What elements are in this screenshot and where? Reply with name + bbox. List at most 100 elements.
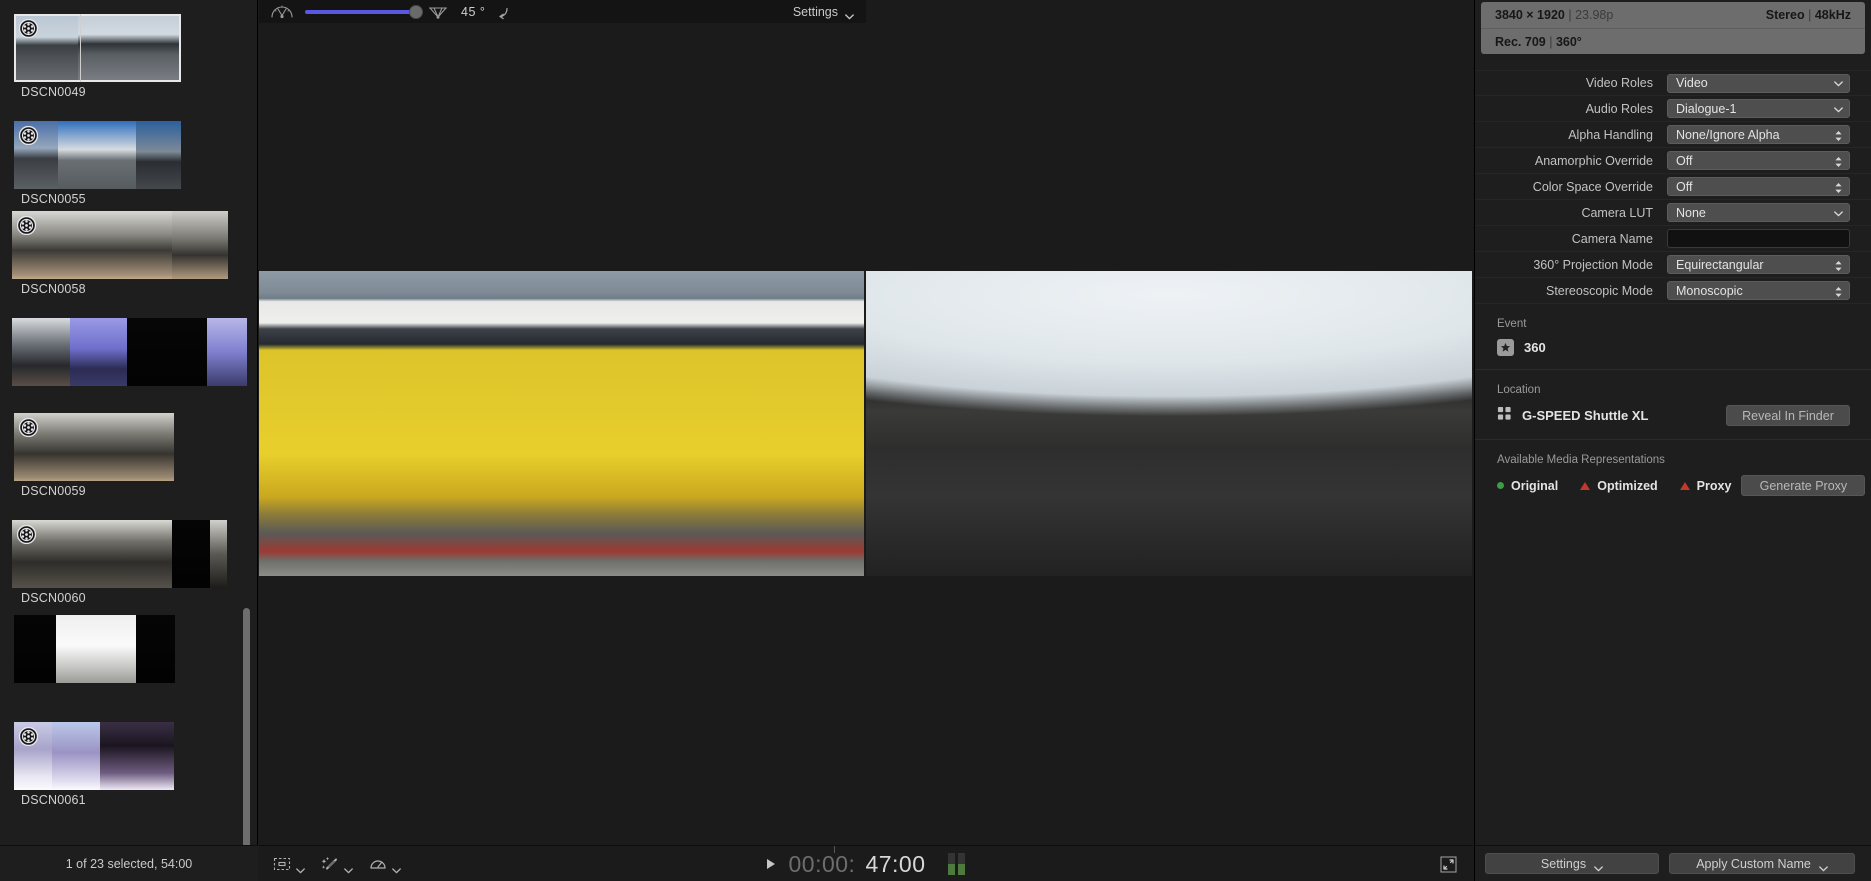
apply-custom-name-button[interactable]: Apply Custom Name	[1669, 853, 1855, 874]
property-value: Off	[1676, 153, 1693, 168]
clip-resolution: 3840 × 1920	[1495, 8, 1565, 22]
representation-optimized-label: Optimized	[1597, 478, 1658, 493]
camera-name-field[interactable]	[1667, 229, 1850, 248]
clip-list[interactable]: DSCN0049 DSCN0055 DSCN0058 DSCN0059 DSCN0060…	[0, 0, 258, 845]
list-item[interactable]: DSCN0061	[14, 722, 174, 807]
property-popup-button[interactable]: Off	[1667, 151, 1850, 170]
property-row: Video Roles Video	[1475, 70, 1871, 96]
inspector-settings-label: Settings	[1540, 856, 1587, 871]
stepper-updown-icon	[1834, 126, 1843, 145]
timecode-hours-minutes: 00:00:	[788, 850, 856, 877]
property-value: Equirectangular	[1676, 257, 1764, 272]
event-name: 360	[1524, 340, 1546, 355]
property-popup-button[interactable]: None	[1667, 203, 1850, 222]
property-value: None	[1676, 205, 1706, 220]
clip-thumbnail-strip[interactable]	[14, 121, 181, 189]
clip-thumbnail-strip[interactable]	[12, 211, 228, 279]
clip-name-label: DSCN0059	[21, 484, 86, 498]
clip-thumbnail-strip[interactable]	[14, 413, 174, 481]
property-popup-button[interactable]: Off	[1667, 177, 1850, 196]
list-item[interactable]	[12, 318, 247, 386]
viewer-panel: 45 ° Settings 00:00: 47:00	[259, 0, 1473, 881]
clip-thumbnail[interactable]	[12, 211, 172, 279]
list-item[interactable]: DSCN0055	[14, 121, 181, 206]
clip-sample-rate: 48kHz	[1814, 8, 1851, 22]
skimmer-playhead[interactable]	[80, 14, 81, 82]
list-item[interactable]: DSCN0049	[14, 14, 181, 99]
stepper-updown-icon	[1834, 256, 1843, 275]
clip-thumbnail-strip[interactable]	[14, 722, 174, 790]
fov-narrow-icon	[269, 4, 295, 20]
stepper-updown-icon	[1834, 178, 1843, 197]
property-popup-button[interactable]: None/Ignore Alpha	[1667, 125, 1850, 144]
fov-slider[interactable]	[305, 4, 423, 19]
property-label: Color Space Override	[1532, 179, 1653, 194]
enhance-wand-icon	[321, 856, 339, 872]
clip-thumbnail[interactable]	[172, 520, 210, 588]
list-item[interactable]: DSCN0058	[12, 211, 228, 296]
clip-thumbnail[interactable]	[172, 211, 228, 279]
property-row: Camera Name	[1475, 226, 1871, 252]
event-row[interactable]: 360	[1475, 330, 1871, 369]
crop-icon	[273, 856, 291, 872]
audio-meter-right	[957, 853, 965, 875]
property-popup-button[interactable]: Monoscopic	[1667, 281, 1850, 300]
clip-thumbnail[interactable]	[78, 14, 181, 82]
property-row: Anamorphic Override Off	[1475, 148, 1871, 174]
location-section: Location G-SPEED Shuttle XL Reveal In Fi…	[1475, 370, 1871, 439]
clip-thumbnail-strip[interactable]	[12, 318, 247, 386]
enhance-tool[interactable]	[321, 856, 353, 874]
retime-tool[interactable]	[369, 856, 401, 874]
representation-optimized: Optimized	[1580, 478, 1658, 493]
clip-thumbnail[interactable]	[70, 318, 127, 386]
clip-thumbnail[interactable]	[210, 520, 227, 588]
viewer-settings-label: Settings	[792, 4, 838, 19]
inspector-settings-button[interactable]: Settings	[1485, 853, 1659, 874]
final-cut-pro-window: DSCN0049 DSCN0055 DSCN0058 DSCN0059 DSCN0060…	[0, 0, 1871, 881]
chevron-down-icon	[296, 861, 305, 874]
location-section-label: Location	[1497, 384, 1541, 396]
badge-360-icon	[16, 524, 37, 545]
viewer-settings-button[interactable]: Settings	[783, 0, 866, 23]
clip-thumbnail[interactable]	[136, 615, 175, 683]
browser-scrollbar[interactable]	[243, 608, 250, 856]
viewer-left-360-image[interactable]	[259, 271, 864, 576]
clip-thumbnail[interactable]	[207, 318, 247, 386]
viewer-right-360-image[interactable]	[866, 271, 1472, 576]
clip-thumbnail[interactable]	[56, 615, 136, 683]
expand-fullscreen-icon[interactable]	[1440, 856, 1457, 873]
media-representations-section: Available Media Representations Original…	[1475, 440, 1871, 509]
clip-thumbnail[interactable]	[12, 318, 70, 386]
property-popup-button[interactable]: Video	[1667, 73, 1850, 93]
clip-thumbnail[interactable]	[100, 722, 174, 790]
fov-slider-knob[interactable]	[409, 4, 423, 19]
clip-thumbnail[interactable]	[136, 121, 181, 189]
clip-thumbnail-strip[interactable]	[14, 14, 181, 82]
list-item[interactable]: DSCN0059	[14, 413, 174, 498]
property-popup-button[interactable]: Dialogue-1	[1667, 99, 1850, 118]
clip-thumbnail[interactable]	[14, 615, 56, 683]
list-item[interactable]	[14, 615, 175, 683]
clip-thumbnail[interactable]	[58, 121, 136, 189]
status-triangle-red-icon	[1679, 481, 1690, 490]
property-popup-button[interactable]: Equirectangular	[1667, 255, 1850, 274]
clip-thumbnail-strip[interactable]	[14, 615, 175, 683]
chevron-down-icon	[845, 9, 854, 20]
list-item[interactable]: DSCN0060	[12, 520, 227, 605]
generate-proxy-button[interactable]: Generate Proxy	[1741, 475, 1866, 496]
event-section-label: Event	[1497, 318, 1527, 330]
clip-thumbnail[interactable]	[14, 413, 174, 481]
viewer-stage	[259, 23, 1473, 845]
badge-360-icon	[18, 417, 39, 438]
clip-thumbnail[interactable]	[127, 318, 207, 386]
reveal-in-finder-button[interactable]: Reveal In Finder	[1726, 405, 1850, 426]
clip-thumbnail[interactable]	[12, 520, 172, 588]
clip-thumbnail[interactable]	[52, 722, 100, 790]
crop-tool[interactable]	[273, 856, 305, 874]
property-row: Camera LUT None	[1475, 200, 1871, 226]
representation-proxy-label: Proxy	[1696, 478, 1732, 493]
event-browser: DSCN0049 DSCN0055 DSCN0058 DSCN0059 DSCN0060…	[0, 0, 258, 881]
property-value: Off	[1676, 179, 1693, 194]
clip-thumbnail-strip[interactable]	[12, 520, 227, 588]
reset-arrow-icon[interactable]	[495, 4, 511, 20]
